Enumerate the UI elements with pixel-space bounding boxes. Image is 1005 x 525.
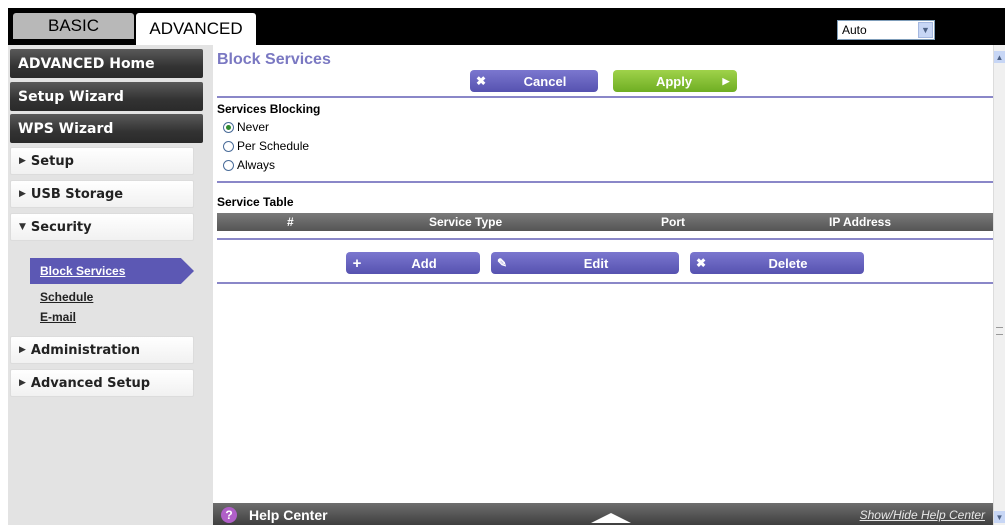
radio-button[interactable] — [223, 159, 234, 171]
divider — [217, 96, 993, 98]
column-header-service-type: Service Type — [429, 215, 503, 229]
scrollbar[interactable]: ▲ ▼ — [993, 45, 1005, 525]
cancel-button[interactable]: ✖ Cancel — [470, 70, 598, 92]
sidebar-item-administration[interactable]: ▶ Administration — [10, 336, 194, 364]
sidebar-item-label: Security — [30, 219, 92, 235]
services-blocking-label: Services Blocking — [217, 102, 321, 116]
close-icon: ✖ — [695, 256, 707, 270]
edit-button[interactable]: ✎ Edit — [491, 252, 679, 274]
sidebar-item-label: Setup — [30, 153, 74, 169]
radio-per-schedule[interactable]: Per Schedule — [223, 139, 309, 153]
close-icon: ✖ — [475, 74, 487, 88]
add-button[interactable]: + Add — [346, 252, 480, 274]
sidebar-item-label: USB Storage — [30, 186, 124, 202]
tab-basic[interactable]: BASIC — [13, 13, 134, 39]
sidebar-subitem-schedule[interactable]: Schedule — [40, 290, 93, 304]
service-table-label: Service Table — [217, 195, 294, 209]
triangle-right-icon: ▶ — [19, 156, 26, 166]
radio-button[interactable] — [223, 121, 234, 133]
sidebar-item-setup-wizard[interactable]: Setup Wizard — [10, 82, 203, 111]
play-icon: ▶ — [722, 75, 730, 86]
sidebar-item-label: Advanced Setup — [30, 375, 151, 391]
divider — [217, 282, 993, 284]
triangle-down-icon: ▼ — [19, 222, 26, 232]
triangle-right-icon: ▶ — [19, 345, 26, 355]
apply-button[interactable]: Apply ▶ — [613, 70, 737, 92]
main-content: Block Services ✖ Cancel Apply ▶ Services… — [213, 45, 993, 503]
page-title: Block Services — [217, 51, 331, 68]
divider — [217, 238, 993, 240]
help-center-title: Help Center — [249, 507, 328, 523]
sidebar-item-wps-wizard[interactable]: WPS Wizard — [10, 114, 203, 143]
chevron-down-icon[interactable]: ▼ — [994, 511, 1005, 523]
plus-icon: + — [352, 254, 362, 272]
sidebar-item-usb-storage[interactable]: ▶ USB Storage — [10, 180, 194, 208]
tab-advanced[interactable]: ADVANCED — [136, 13, 256, 45]
column-header-ip-address: IP Address — [829, 215, 892, 229]
chevron-up-icon[interactable]: ▲ — [994, 51, 1005, 63]
radio-always[interactable]: Always — [223, 158, 275, 172]
delete-button[interactable]: ✖ Delete — [690, 252, 864, 274]
sidebar-subitem-block-services[interactable]: Block Services — [30, 258, 194, 284]
chevron-down-icon[interactable]: ▼ — [918, 22, 933, 38]
column-header-number: # — [287, 215, 294, 229]
help-center-bar: ? Help Center Show/Hide Help Center — [213, 503, 993, 525]
sidebar-item-advanced-home[interactable]: ADVANCED Home — [10, 49, 203, 78]
column-header-port: Port — [661, 215, 685, 229]
show-hide-help-link[interactable]: Show/Hide Help Center — [860, 508, 985, 522]
triangle-right-icon: ▶ — [19, 378, 26, 388]
triangle-right-icon: ▶ — [19, 189, 26, 199]
scrollbar-grip[interactable] — [996, 327, 1003, 335]
language-select[interactable]: Auto ▼ — [837, 20, 935, 40]
radio-button[interactable] — [223, 140, 234, 152]
pencil-icon: ✎ — [496, 256, 508, 270]
language-select-value: Auto — [842, 23, 867, 37]
expand-arrow-icon[interactable] — [591, 513, 631, 523]
sidebar-item-label: Administration — [30, 342, 140, 358]
divider — [217, 181, 993, 183]
sidebar-item-security[interactable]: ▼ Security — [10, 213, 194, 241]
sidebar-item-setup[interactable]: ▶ Setup — [10, 147, 194, 175]
sidebar: ADVANCED Home Setup Wizard WPS Wizard ▶ … — [8, 45, 213, 525]
help-icon[interactable]: ? — [221, 507, 237, 523]
service-table-header: # Service Type Port IP Address — [217, 213, 993, 231]
radio-never[interactable]: Never — [223, 120, 269, 134]
sidebar-item-advanced-setup[interactable]: ▶ Advanced Setup — [10, 369, 194, 397]
sidebar-subitem-email[interactable]: E-mail — [40, 310, 76, 324]
